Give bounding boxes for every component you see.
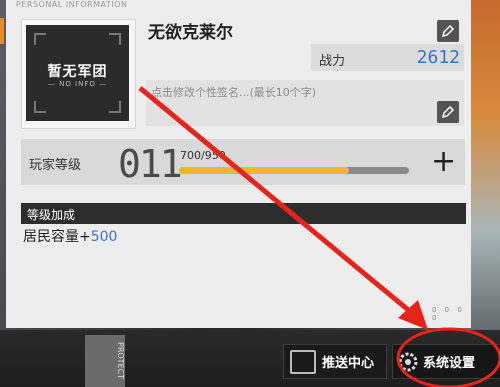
system-settings-button[interactable]: 系统设置 bbox=[392, 344, 500, 379]
bonus-item-value: 500 bbox=[90, 229, 118, 245]
legion-info: — NO INFO — bbox=[47, 80, 108, 88]
level-label: 玩家等级 bbox=[29, 158, 82, 173]
notification-icon bbox=[290, 349, 316, 374]
pencil-icon bbox=[441, 24, 455, 38]
power-label: 战力 bbox=[319, 54, 346, 69]
avatar-frame: 暂无军团 — NO INFO — bbox=[26, 25, 129, 121]
power-value: 2612 bbox=[416, 47, 460, 68]
edit-signature-button[interactable] bbox=[437, 101, 459, 123]
level-value: 011 bbox=[118, 142, 183, 186]
gear-icon bbox=[398, 352, 418, 371]
plus-icon[interactable]: + bbox=[431, 147, 456, 177]
panel-header: PERSONAL INFORMATION bbox=[16, 0, 128, 9]
pencil-icon bbox=[441, 105, 455, 119]
exp-progress-fill bbox=[179, 167, 349, 174]
signature-placeholder: 点击修改个性签名...(最长10个字) bbox=[151, 86, 317, 99]
side-tab-marker bbox=[0, 18, 4, 44]
edit-name-button[interactable] bbox=[437, 20, 459, 42]
signature-box[interactable]: 点击修改个性签名...(最长10个字) bbox=[146, 80, 464, 126]
bonus-item: 居民容量+500 bbox=[23, 226, 117, 246]
legion-avatar[interactable]: 暂无军团 — NO INFO — bbox=[21, 19, 136, 129]
legion-name: 暂无军团 bbox=[47, 64, 108, 80]
player-name: 无欲克莱尔 bbox=[148, 23, 233, 43]
player-info-panel: PERSONAL INFORMATION 暂无军团 — NO INFO — 无欲… bbox=[6, 0, 471, 328]
power-box: 战力 2612 bbox=[311, 44, 464, 71]
exp-progress-bar bbox=[179, 167, 409, 174]
bonus-item-label: 居民容量+ bbox=[23, 229, 91, 245]
bonus-header: 等级加成 bbox=[21, 203, 466, 224]
push-center-label: 推送中心 bbox=[322, 356, 375, 371]
exp-text: 700/950 bbox=[180, 149, 226, 162]
push-center-button[interactable]: 推送中心 bbox=[283, 344, 387, 379]
protect-label: PROTECT bbox=[85, 335, 125, 387]
level-box: 玩家等级 011 700/950 + bbox=[21, 139, 465, 186]
pagination-dots: 0 0 0 0 bbox=[432, 306, 465, 322]
system-settings-label: 系统设置 bbox=[423, 356, 476, 371]
bonus-title: 等级加成 bbox=[27, 208, 76, 222]
